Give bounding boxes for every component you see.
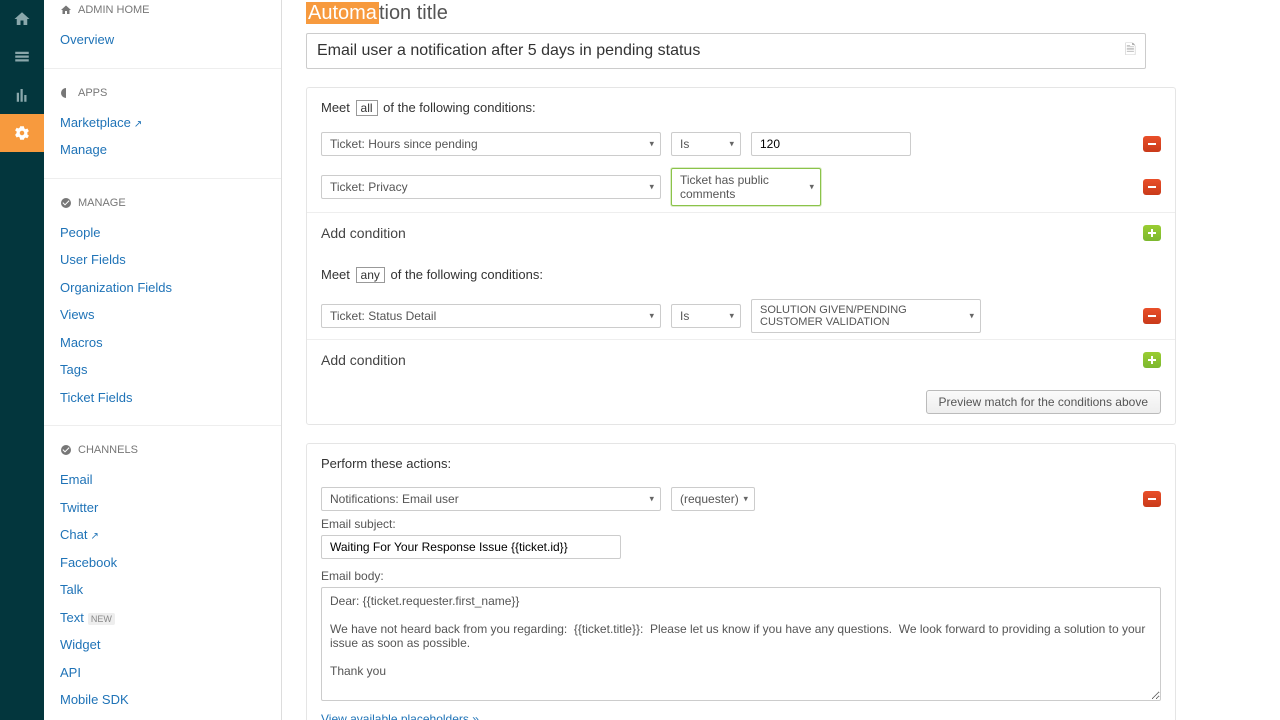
sidebar-link-organization-fields[interactable]: Organization Fields [44,274,281,302]
action-target-select[interactable]: (requester) [671,487,755,511]
sidebar-link-mobile-sdk[interactable]: Mobile SDK [44,686,281,714]
sidebar-link-twitter[interactable]: Twitter [44,494,281,522]
remove-condition-button[interactable] [1143,308,1161,324]
sidebar-link-ticket-fields[interactable]: Ticket Fields [44,384,281,412]
email-body-label: Email body: [307,569,1175,587]
condition-value-select[interactable]: Ticket has public comments [671,168,821,206]
actions-panel: Perform these actions: Notifications: Em… [306,443,1176,720]
conditions-panel: Meet all of the following conditions: Ti… [306,87,1176,425]
sidebar-group-header: CHANNELS [44,440,281,462]
add-condition-any: Add condition [307,339,1175,380]
add-condition-any-button[interactable] [1143,352,1161,368]
condition-field-select[interactable]: Ticket: Status Detail [321,304,661,328]
add-condition-all: Add condition [307,212,1175,253]
page-title: Automation title [306,2,1250,25]
email-subject-input[interactable] [321,535,621,559]
condition-operator-select[interactable]: Is [671,132,741,156]
condition-field-select[interactable]: Ticket: Privacy [321,175,661,199]
sidebar-link-tags[interactable]: Tags [44,356,281,384]
sidebar-link-chat[interactable]: Chat↗ [44,521,281,549]
sidebar-link-user-fields[interactable]: User Fields [44,246,281,274]
remove-condition-button[interactable] [1143,136,1161,152]
sidebar-link-manage[interactable]: Manage [44,136,281,164]
rail-reports-icon[interactable] [0,76,44,114]
conditions-any-header: Meet any of the following conditions: [307,253,1175,293]
nav-rail [0,0,44,720]
sidebar-link-email[interactable]: Email [44,466,281,494]
sidebar-link-people[interactable]: People [44,219,281,247]
remove-action-button[interactable] [1143,491,1161,507]
title-doc-icon: 🗎 [1125,39,1136,63]
sidebar-link-api[interactable]: API [44,659,281,687]
sidebar-link-channel-integrations[interactable]: Channel IntegrationsNEW [44,714,281,720]
sidebar-link-facebook[interactable]: Facebook [44,549,281,577]
external-link-icon: ↗ [134,119,142,130]
preview-match-button[interactable]: Preview match for the conditions above [926,390,1161,414]
email-subject-label: Email subject: [307,517,1175,535]
condition-value-select[interactable]: SOLUTION GIVEN/PENDING CUSTOMER VALIDATI… [751,299,981,333]
view-placeholders-link[interactable]: View available placeholders » [321,712,1161,720]
add-condition-all-button[interactable] [1143,225,1161,241]
main-content: Automation title 🗎 Meet all of the follo… [282,0,1280,720]
external-link-icon: ↗ [90,531,98,542]
admin-sidebar: ADMIN HOME Overview APPS Marketplace↗Manage… [44,0,282,720]
action-row: Notifications: Email user (requester) [307,481,1175,517]
sidebar-group-header: MANAGE [44,193,281,215]
condition-field-select[interactable]: Ticket: Hours since pending [321,132,661,156]
new-badge: NEW [88,613,115,625]
rail-home-icon[interactable] [0,0,44,38]
sidebar-link-talk[interactable]: Talk [44,576,281,604]
rail-views-icon[interactable] [0,38,44,76]
action-type-select[interactable]: Notifications: Email user [321,487,661,511]
actions-header: Perform these actions: [307,456,1175,481]
condition-row: Ticket: Status Detail Is SOLUTION GIVEN/PE… [307,293,1175,339]
conditions-all-header: Meet all of the following conditions: [307,100,1175,126]
sidebar-link-macros[interactable]: Macros [44,329,281,357]
condition-operator-select[interactable]: Is [671,304,741,328]
sidebar-link-marketplace[interactable]: Marketplace↗ [44,109,281,137]
sidebar-link-text[interactable]: TextNEW [44,604,281,632]
sidebar-group-header: ADMIN HOME [44,0,281,22]
automation-title-input[interactable] [306,33,1146,69]
condition-value-input[interactable] [751,132,911,156]
sidebar-link-widget[interactable]: Widget [44,631,281,659]
condition-row: Ticket: Privacy Ticket has public comment… [307,162,1175,212]
remove-condition-button[interactable] [1143,179,1161,195]
condition-row: Ticket: Hours since pending Is [307,126,1175,162]
sidebar-group-header: APPS [44,83,281,105]
rail-settings-icon[interactable] [0,114,44,152]
sidebar-link-overview[interactable]: Overview [44,26,281,54]
sidebar-link-views[interactable]: Views [44,301,281,329]
email-body-textarea[interactable] [321,587,1161,701]
